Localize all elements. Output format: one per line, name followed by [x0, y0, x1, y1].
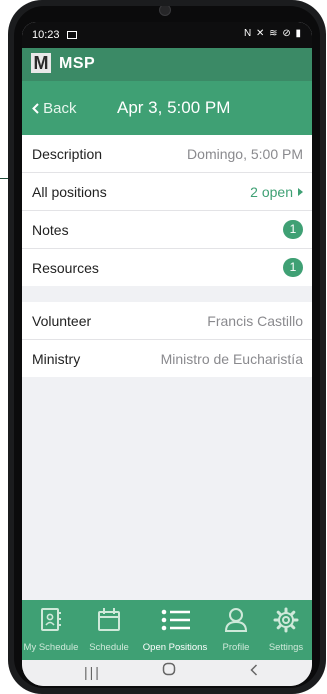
screen: 10:23 N ✕ ≋ ⊘ ▮ M MSP Back Apr 3, 5:00 P…: [22, 22, 312, 686]
tab-label: My Schedule: [23, 642, 79, 653]
back-arrow-icon: [250, 664, 258, 676]
system-nav-bar: |||: [22, 660, 312, 686]
description-row: Description Domingo, 5:00 PM: [22, 135, 312, 173]
app-name: MSP: [59, 55, 96, 72]
row-label: Description: [32, 146, 103, 162]
gear-icon: [273, 607, 299, 633]
status-time: 10:23: [32, 29, 60, 41]
assignment-list: Volunteer Francis Castillo Ministry Mini…: [22, 302, 312, 377]
row-label: All positions: [32, 184, 107, 200]
row-label: Volunteer: [32, 313, 92, 329]
row-value: Domingo, 5:00 PM: [187, 146, 303, 162]
ministry-row: Ministry Ministro de Eucharistía: [22, 340, 312, 377]
list-icon: [161, 609, 190, 631]
contact-book-icon: [41, 608, 61, 631]
notes-row[interactable]: Notes 1: [22, 211, 312, 249]
status-icons: N ✕ ≋ ⊘ ▮: [244, 28, 302, 39]
tab-open-positions[interactable]: Open Positions: [138, 600, 212, 660]
recent-apps-button[interactable]: |||: [84, 664, 101, 680]
tab-label: Schedule: [89, 642, 129, 653]
row-label: Resources: [32, 260, 99, 276]
chevron-left-icon: [32, 103, 39, 114]
gallery-icon: [67, 31, 77, 39]
tab-settings[interactable]: Settings: [260, 600, 312, 660]
open-count: 2 open: [250, 184, 293, 200]
tab-profile[interactable]: Profile: [212, 600, 260, 660]
all-positions-row[interactable]: All positions 2 open: [22, 173, 312, 211]
tab-schedule[interactable]: Schedule: [80, 600, 138, 660]
back-button[interactable]: Back: [32, 100, 77, 117]
app-logo: M: [31, 53, 51, 73]
camera-icon: [159, 6, 171, 16]
calendar-icon: [98, 608, 120, 631]
home-circle-icon: [162, 662, 176, 676]
tab-label: Settings: [268, 642, 304, 653]
phone-bezel: 10:23 N ✕ ≋ ⊘ ▮ M MSP Back Apr 3, 5:00 P…: [14, 6, 320, 688]
resources-row[interactable]: Resources 1: [22, 249, 312, 286]
chevron-right-icon: [298, 188, 303, 196]
row-label: Notes: [32, 222, 69, 238]
tab-label: Profile: [222, 642, 250, 653]
status-bar: 10:23 N ✕ ≋ ⊘ ▮: [22, 22, 312, 48]
nav-bar: Back Apr 3, 5:00 PM: [22, 81, 312, 135]
person-icon: [224, 608, 248, 632]
page-title: Apr 3, 5:00 PM: [117, 98, 231, 117]
back-label: Back: [43, 100, 77, 117]
row-value: Ministro de Eucharistía: [160, 351, 303, 367]
volunteer-row: Volunteer Francis Castillo: [22, 302, 312, 340]
open-positions-link[interactable]: 2 open: [250, 184, 303, 200]
row-label: Ministry: [32, 351, 81, 367]
tab-bar: My Schedule Schedule Open Positions Prof…: [22, 600, 312, 660]
home-button[interactable]: [162, 662, 176, 679]
tab-my-schedule[interactable]: My Schedule: [22, 600, 80, 660]
row-value: Francis Castillo: [207, 313, 303, 329]
back-nav-button[interactable]: [250, 663, 258, 679]
notes-count-badge: 1: [283, 220, 303, 239]
tab-label: Open Positions: [142, 642, 208, 653]
phone-frame: 10:23 N ✕ ≋ ⊘ ▮ M MSP Back Apr 3, 5:00 P…: [8, 0, 326, 694]
details-list: Description Domingo, 5:00 PM All positio…: [22, 135, 312, 286]
resources-count-badge: 1: [283, 258, 303, 277]
app-header: M MSP: [22, 48, 312, 81]
